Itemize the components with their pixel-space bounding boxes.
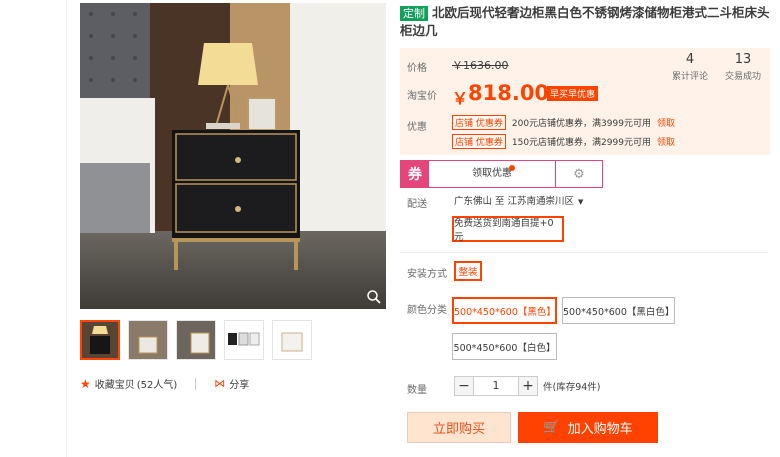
quantity-plus-button[interactable]: +	[518, 376, 538, 396]
color-label: 颜色分类	[407, 305, 447, 316]
coupon-tag: 店铺 优惠券	[452, 115, 506, 130]
page-edge-divider	[66, 0, 67, 457]
early-buy-badge: 早买早优惠	[547, 86, 599, 101]
price-panel: 价格 ￥1636.00 淘宝价 ￥ 818.00 早买早优惠 4 累计评论 13…	[400, 48, 770, 155]
thumbnail-strip	[80, 320, 312, 360]
coupon-claim-link[interactable]: 领取	[657, 135, 675, 148]
original-price: ￥1636.00	[452, 59, 509, 72]
coupon-icon: 券	[401, 161, 429, 187]
product-title: 定制 北欧后现代轻奢边柜黑白色不锈钢烤漆储物柜港式二斗柜床头柜边几	[400, 4, 770, 40]
cart-icon: 🛒	[543, 420, 560, 435]
coupon-text: 200元店铺优惠券，满3999元可用	[511, 119, 651, 129]
coupon-claim-bar[interactable]: 券 领取优惠 ⚙	[400, 160, 603, 188]
taobao-price-label: 淘宝价	[407, 91, 437, 102]
gear-icon[interactable]: ⚙	[556, 167, 602, 182]
delivery-label: 配送	[407, 199, 427, 210]
notification-dot	[509, 165, 515, 171]
sales-label: 交易成功	[724, 72, 761, 82]
sales-stat: 13 交易成功	[720, 52, 766, 82]
reviews-label: 累计评论	[671, 72, 708, 82]
promo-label: 优惠	[407, 122, 427, 133]
divider	[400, 252, 768, 253]
stock-text: 件(库存94件)	[543, 382, 601, 393]
delivery-option[interactable]: 免费送货到南通自提+0元	[452, 216, 564, 243]
coupon-row-2: 店铺 优惠券 150元店铺优惠券，满2999元可用 领取	[452, 134, 675, 149]
reviews-stat[interactable]: 4 累计评论	[668, 52, 712, 82]
quantity-input[interactable]: 1	[474, 376, 518, 396]
buy-now-button[interactable]: 立即购买	[407, 412, 511, 443]
product-photo	[80, 3, 386, 309]
add-to-cart-button[interactable]: 🛒 加入购物车	[518, 412, 658, 443]
thumbnail-3[interactable]	[176, 320, 216, 360]
quantity-minus-button[interactable]: −	[454, 376, 474, 396]
share-label[interactable]: 分享	[229, 376, 249, 391]
price-label: 价格	[407, 63, 427, 74]
thumbnail-1[interactable]	[80, 320, 120, 360]
thumbnail-5[interactable]	[272, 320, 312, 360]
zoom-icon[interactable]	[366, 289, 382, 305]
custom-tag: 定制	[400, 6, 428, 21]
install-label: 安装方式	[407, 269, 447, 280]
current-price: 818.00	[468, 81, 550, 105]
reviews-count: 4	[685, 52, 695, 67]
quantity-label: 数量	[407, 385, 427, 396]
color-option-black-white[interactable]: 500*450*600【黑白色】	[562, 297, 675, 324]
thumbnail-4[interactable]	[224, 320, 264, 360]
separator	[195, 377, 197, 390]
delivery-route[interactable]: 广东佛山 至 江苏南通崇川区 ▼	[454, 193, 583, 207]
install-option[interactable]: 整装	[454, 261, 482, 281]
favorite-count: (52人气)	[136, 380, 178, 391]
coupon-text: 150元店铺优惠券，满2999元可用	[511, 138, 651, 148]
chevron-down-icon: ▼	[578, 198, 584, 206]
thumbnail-2[interactable]	[128, 320, 168, 360]
coupon-claim-link[interactable]: 领取	[657, 116, 675, 129]
coupon-claim-button[interactable]: 领取优惠	[429, 161, 556, 187]
favorite-share-row: ★ 收藏宝贝 (52人气) ⋈ 分享	[80, 376, 249, 392]
coupon-claim-text: 领取优惠	[472, 168, 512, 179]
star-icon[interactable]: ★	[80, 377, 91, 391]
add-to-cart-label: 加入购物车	[567, 422, 633, 437]
favorite-label[interactable]: 收藏宝贝	[95, 376, 135, 391]
color-option-black[interactable]: 500*450*600【黑色】	[452, 297, 557, 324]
quantity-stepper: − 1 + 件(库存94件)	[454, 376, 601, 396]
coupon-row-1: 店铺 优惠券 200元店铺优惠券，满3999元可用 领取	[452, 115, 675, 130]
product-title-text: 北欧后现代轻奢边柜黑白色不锈钢烤漆储物柜港式二斗柜床头柜边几	[400, 5, 770, 38]
delivery-route-text: 广东佛山 至 江苏南通崇川区	[454, 196, 575, 207]
share-icon[interactable]: ⋈	[214, 377, 225, 390]
main-product-image[interactable]	[80, 3, 386, 309]
sales-count: 13	[734, 52, 752, 67]
coupon-tag: 店铺 优惠券	[452, 134, 506, 149]
currency-symbol: ￥	[452, 89, 469, 108]
color-option-white[interactable]: 500*450*600【白色】	[452, 333, 557, 360]
product-page: ★ 收藏宝贝 (52人气) ⋈ 分享 定制 北欧后现代轻奢边柜黑白色不锈钢烤漆储物…	[0, 0, 780, 457]
